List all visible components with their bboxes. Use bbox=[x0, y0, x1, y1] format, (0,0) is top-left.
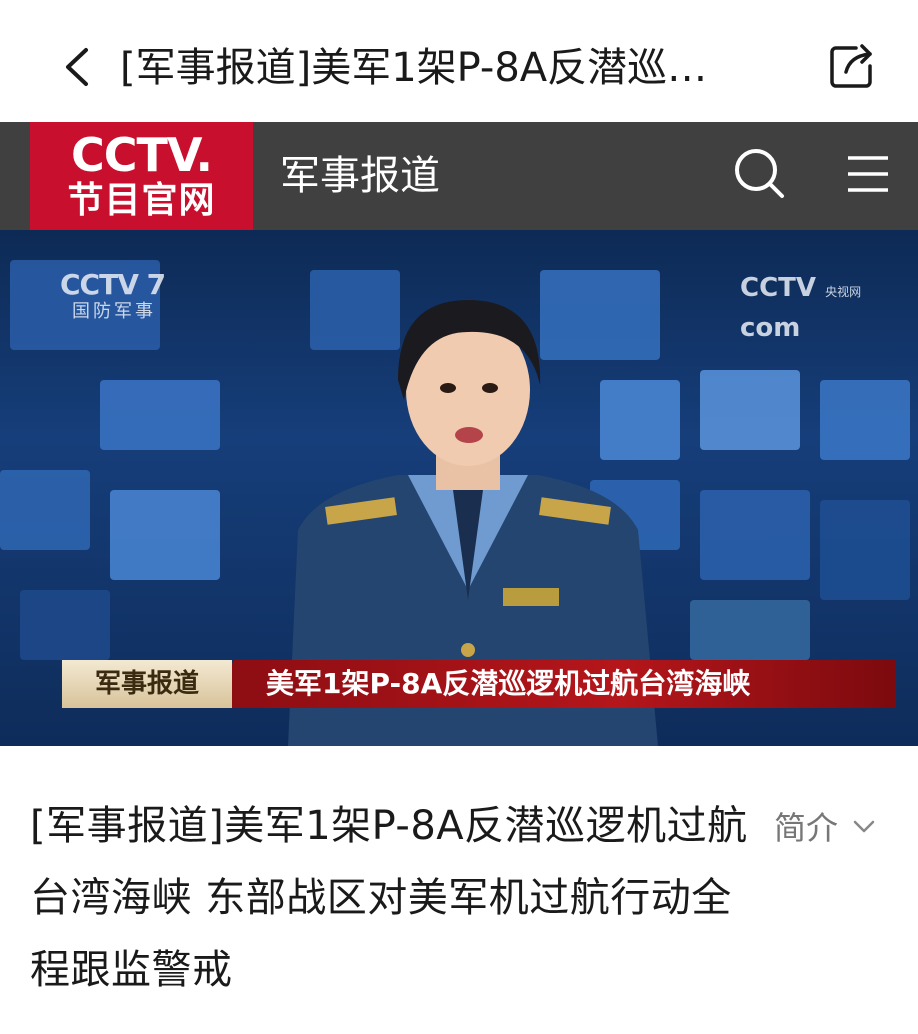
chevron-down-icon bbox=[853, 820, 875, 833]
logo-top-text: CCTV. bbox=[70, 128, 213, 182]
search-icon bbox=[735, 149, 784, 198]
search-button[interactable] bbox=[732, 146, 788, 202]
cctv7-watermark: CCTV 7 国防军事 bbox=[60, 268, 166, 324]
top-navigation-bar: [军事报道]美军1架P-8A反潜巡… bbox=[0, 0, 918, 122]
intro-label: 简介 bbox=[774, 809, 839, 847]
channel-name: 军事报道 bbox=[280, 153, 440, 199]
lower-third-banner: 美军1架P-8A反潜巡逻机过航台湾海峡 军事报道 bbox=[0, 660, 918, 708]
lower-third-headline: 美军1架P-8A反潜巡逻机过航台湾海峡 bbox=[206, 660, 896, 708]
channel-header: CCTV. 节目官网 军事报道 bbox=[0, 122, 918, 230]
intro-toggle-button[interactable]: 简介 bbox=[774, 800, 876, 852]
cctv-com-suffix: com bbox=[740, 313, 801, 343]
lower-third-program-tag: 军事报道 bbox=[62, 660, 232, 708]
cctv-com-logo-text: CCTV bbox=[740, 273, 817, 303]
cctv7-sub-text: 国防军事 bbox=[72, 301, 156, 322]
share-icon bbox=[830, 44, 872, 88]
video-player[interactable]: CCTV 7 国防军事 CCTV 央视网 com 美军1架P-8A反潜巡逻机过航台… bbox=[0, 230, 918, 746]
cctv-com-watermark: CCTV 央视网 com bbox=[740, 270, 918, 346]
share-button[interactable] bbox=[826, 40, 878, 92]
menu-button[interactable] bbox=[846, 154, 890, 194]
back-button[interactable] bbox=[58, 44, 98, 90]
video-description: [军事报道]美军1架P-8A反潜巡逻机过航台湾海峡 东部战区对美军机过航行动全程… bbox=[30, 803, 748, 993]
back-arrow-icon bbox=[66, 48, 88, 86]
logo-bottom-text: 节目官网 bbox=[67, 180, 216, 221]
page-title: [军事报道]美军1架P-8A反潜巡… bbox=[120, 45, 708, 91]
cctv7-logo-text: CCTV 7 bbox=[60, 268, 166, 301]
menu-icon bbox=[848, 156, 888, 192]
cctv-logo[interactable]: CCTV. 节目官网 bbox=[30, 122, 253, 230]
cctv-com-sub-text: 央视网 bbox=[825, 285, 862, 299]
